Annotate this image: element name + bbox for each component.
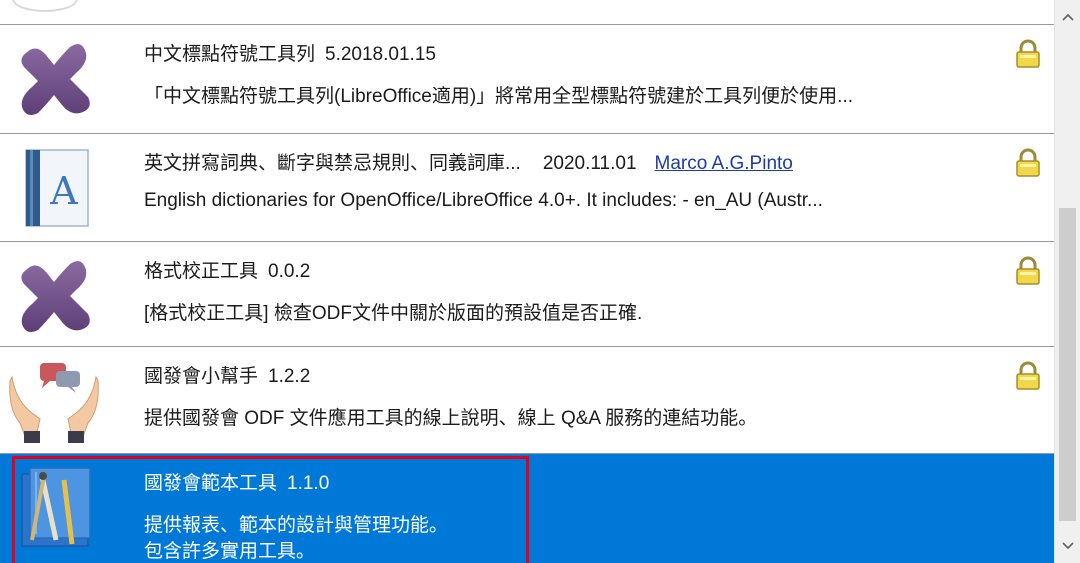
lock-icon [1016, 361, 1040, 390]
scroll-up-button[interactable] [1055, 0, 1080, 34]
puzzle-icon [21, 44, 90, 115]
extension-description-line2: 包含許多實用工具。 [144, 541, 316, 562]
extension-item-selected[interactable]: 國發會範本工具 1.1.0 提供報表、範本的設計與管理功能。 包含許多實用工具。 [0, 454, 1055, 563]
extension-item[interactable]: 國發會小幫手 1.2.2 提供國發會 ODF 文件應用工具的線上說明、線上 Q&A… [0, 347, 1055, 454]
extension-description: English dictionaries for OpenOffice/Libr… [144, 190, 823, 211]
partial-list-item[interactable] [0, 0, 1055, 25]
vertical-scrollbar[interactable] [1054, 0, 1080, 563]
dictionary-book-icon: A [25, 149, 89, 227]
helping-hands-icon [9, 363, 99, 443]
extension-item[interactable]: 格式校正工具 0.0.2 [格式校正工具] 檢查ODF文件中關於版面的預設值是否正… [0, 242, 1055, 347]
extension-list[interactable]: 中文標點符號工具列 5.2018.01.15 「中文標點符號工具列(LibreOf… [0, 0, 1055, 563]
extension-title: 英文拼寫詞典、斷字與禁忌規則、同義詞庫... 2020.11.01 Marco A.… [144, 153, 793, 174]
author-link[interactable]: Marco A.G.Pinto [655, 153, 793, 174]
scroll-down-button[interactable] [1055, 529, 1080, 563]
template-tools-icon [21, 467, 91, 547]
extension-description: 提供國發會 ODF 文件應用工具的線上說明、線上 Q&A 服務的連結功能。 [144, 408, 758, 429]
lock-icon [1016, 256, 1040, 285]
scroll-thumb[interactable] [1059, 208, 1076, 521]
extension-item[interactable]: A 英文拼寫詞典、斷字與禁忌規則、同義詞庫... 2020.11.01 Marco … [0, 134, 1055, 242]
extension-title: 國發會小幫手 1.2.2 [144, 366, 311, 387]
chevron-up-icon [1061, 13, 1074, 21]
puzzle-icon [21, 261, 90, 332]
extension-description: [格式校正工具] 檢查ODF文件中關於版面的預設值是否正確. [144, 303, 643, 324]
extension-title: 中文標點符號工具列 5.2018.01.15 [144, 44, 436, 65]
extension-title: 國發會範本工具 1.1.0 [144, 473, 330, 494]
extension-description: 提供報表、範本的設計與管理功能。 [144, 515, 449, 536]
extension-item[interactable]: 中文標點符號工具列 5.2018.01.15 「中文標點符號工具列(LibreOf… [0, 25, 1055, 134]
lock-icon [1016, 148, 1040, 177]
extension-title: 格式校正工具 0.0.2 [144, 261, 311, 282]
chevron-down-icon [1061, 542, 1074, 550]
lock-icon [1016, 39, 1040, 68]
extension-description: 「中文標點符號工具列(LibreOffice適用)」將常用全型標點符號建於工具列… [144, 86, 854, 107]
svg-text:A: A [49, 169, 78, 213]
